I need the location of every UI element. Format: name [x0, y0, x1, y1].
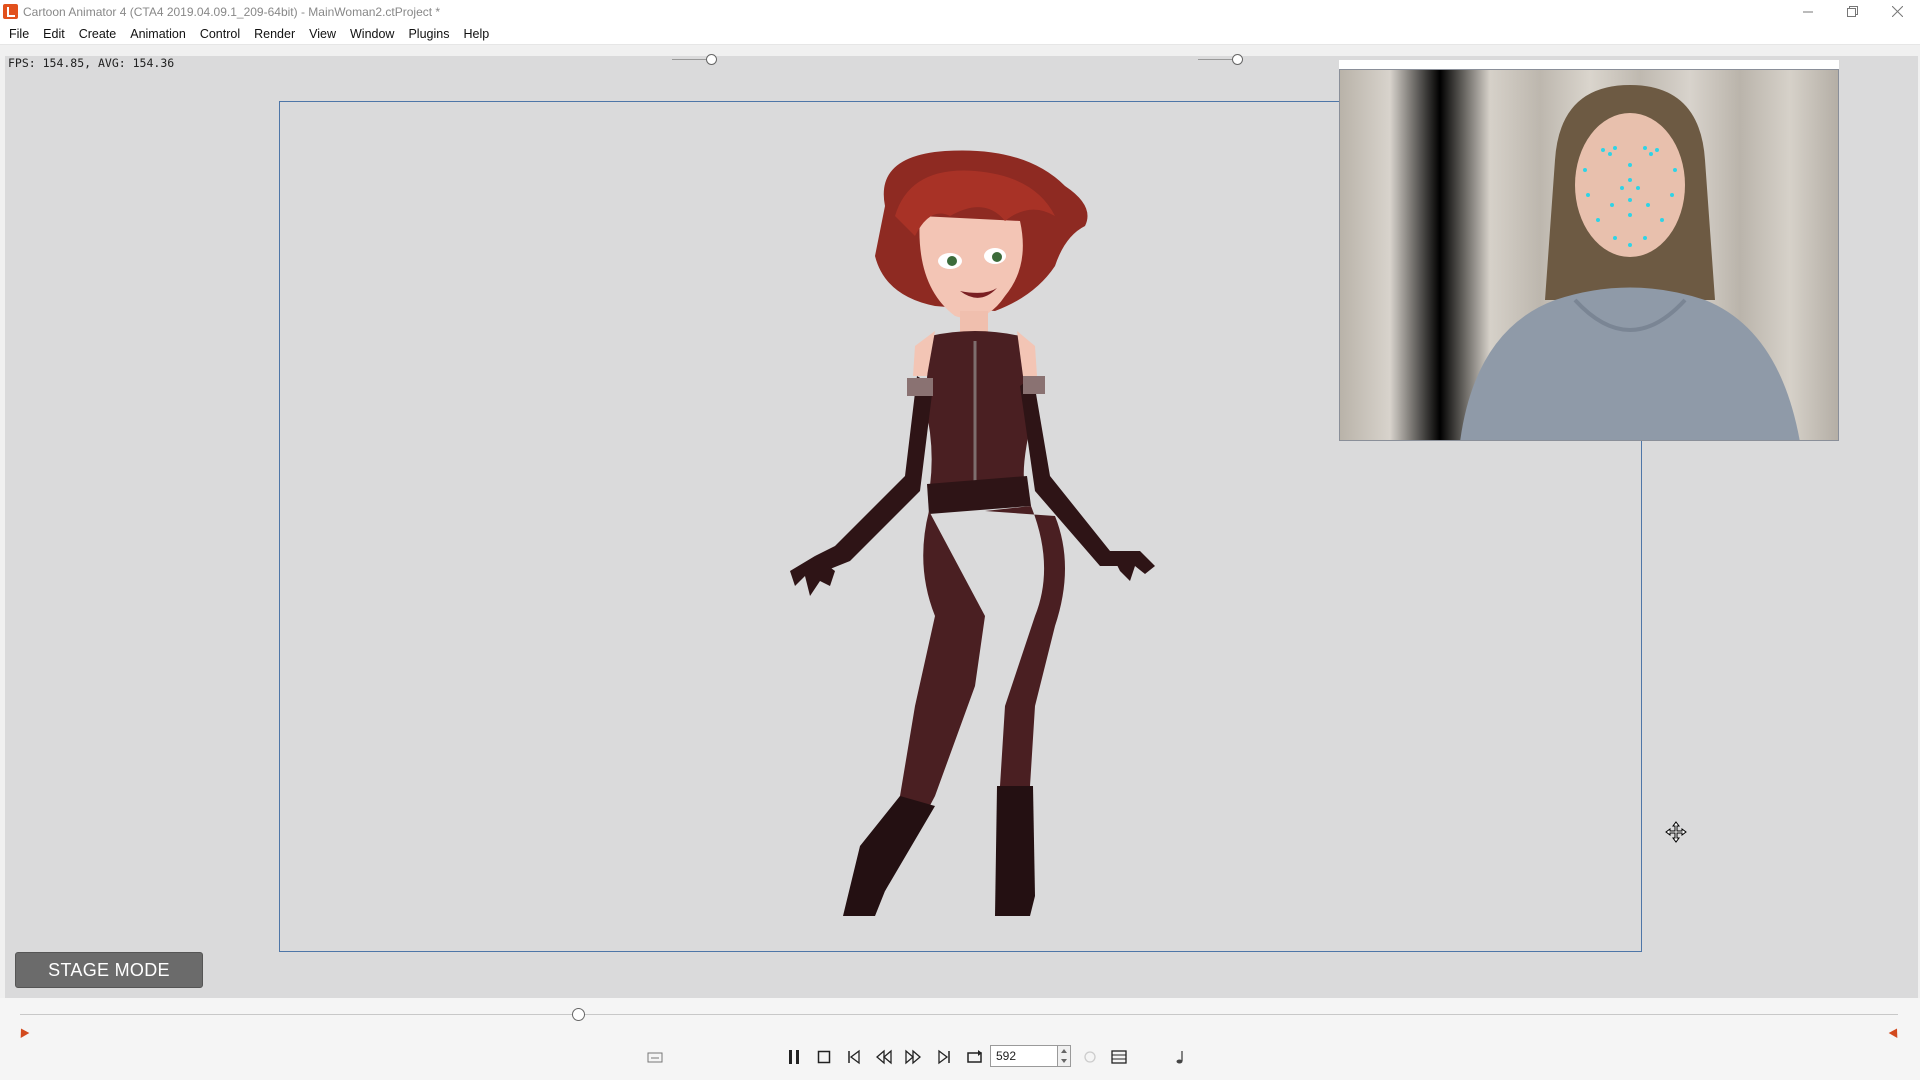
- move-cursor-icon: [1665, 821, 1687, 843]
- range-end-marker[interactable]: [1888, 1026, 1902, 1038]
- prev-frame-icon[interactable]: [876, 1048, 892, 1066]
- stop-icon[interactable]: [816, 1048, 832, 1066]
- window-controls: [1785, 0, 1920, 23]
- playhead-handle[interactable]: [572, 1008, 585, 1021]
- stage-viewport[interactable]: FPS: 154.85, AVG: 154.36 STAGE MODE: [5, 56, 1918, 998]
- menu-bar: File Edit Create Animation Control Rende…: [0, 23, 1920, 45]
- menu-create[interactable]: Create: [72, 23, 124, 45]
- minimize-button[interactable]: [1785, 0, 1830, 23]
- webcam-image: [1340, 70, 1838, 440]
- frame-spinner[interactable]: [1058, 1045, 1071, 1067]
- timeline-panel-icon[interactable]: [1110, 1048, 1128, 1066]
- menu-render[interactable]: Render: [247, 23, 302, 45]
- pause-icon[interactable]: [786, 1048, 802, 1066]
- menu-view[interactable]: View: [302, 23, 343, 45]
- first-frame-icon[interactable]: [846, 1048, 862, 1066]
- face-tracker-camera-preview[interactable]: [1339, 69, 1839, 441]
- next-frame-icon[interactable]: [905, 1048, 921, 1066]
- close-button[interactable]: [1875, 0, 1920, 23]
- fps-readout: FPS: 154.85, AVG: 154.36: [8, 56, 175, 70]
- character-woman[interactable]: [735, 146, 1195, 998]
- menu-window[interactable]: Window: [343, 23, 401, 45]
- range-start-marker[interactable]: [16, 1026, 30, 1038]
- camera-preview-header: [1339, 60, 1839, 69]
- loop-icon[interactable]: [966, 1048, 984, 1066]
- current-frame-field[interactable]: 592: [990, 1045, 1058, 1067]
- cartoon-animator-icon: [3, 4, 18, 19]
- menu-file[interactable]: File: [2, 23, 36, 45]
- restore-button[interactable]: [1830, 0, 1875, 23]
- window-title: Cartoon Animator 4 (CTA4 2019.04.09.1_20…: [23, 4, 441, 19]
- minimize-icon: [1802, 11, 1813, 12]
- menu-plugins[interactable]: Plugins: [401, 23, 456, 45]
- stage-mode-button[interactable]: STAGE MODE: [15, 952, 203, 988]
- audio-note-icon[interactable]: [1174, 1048, 1188, 1066]
- volume-slider-knob[interactable]: [1232, 54, 1243, 65]
- title-bar: Cartoon Animator 4 (CTA4 2019.04.09.1_20…: [0, 0, 1920, 23]
- menu-animation[interactable]: Animation: [123, 23, 193, 45]
- last-frame-icon[interactable]: [936, 1048, 952, 1066]
- timeline-track[interactable]: [20, 1014, 1898, 1015]
- menu-control[interactable]: Control: [193, 23, 247, 45]
- caption-icon[interactable]: [646, 1048, 664, 1068]
- restore-icon: [1847, 6, 1858, 17]
- speed-slider-knob[interactable]: [706, 54, 717, 65]
- playback-bar: [0, 998, 1920, 1080]
- onion-skin-icon[interactable]: [1082, 1048, 1098, 1066]
- menu-help[interactable]: Help: [456, 23, 496, 45]
- menu-edit[interactable]: Edit: [36, 23, 72, 45]
- close-icon: [1892, 6, 1903, 17]
